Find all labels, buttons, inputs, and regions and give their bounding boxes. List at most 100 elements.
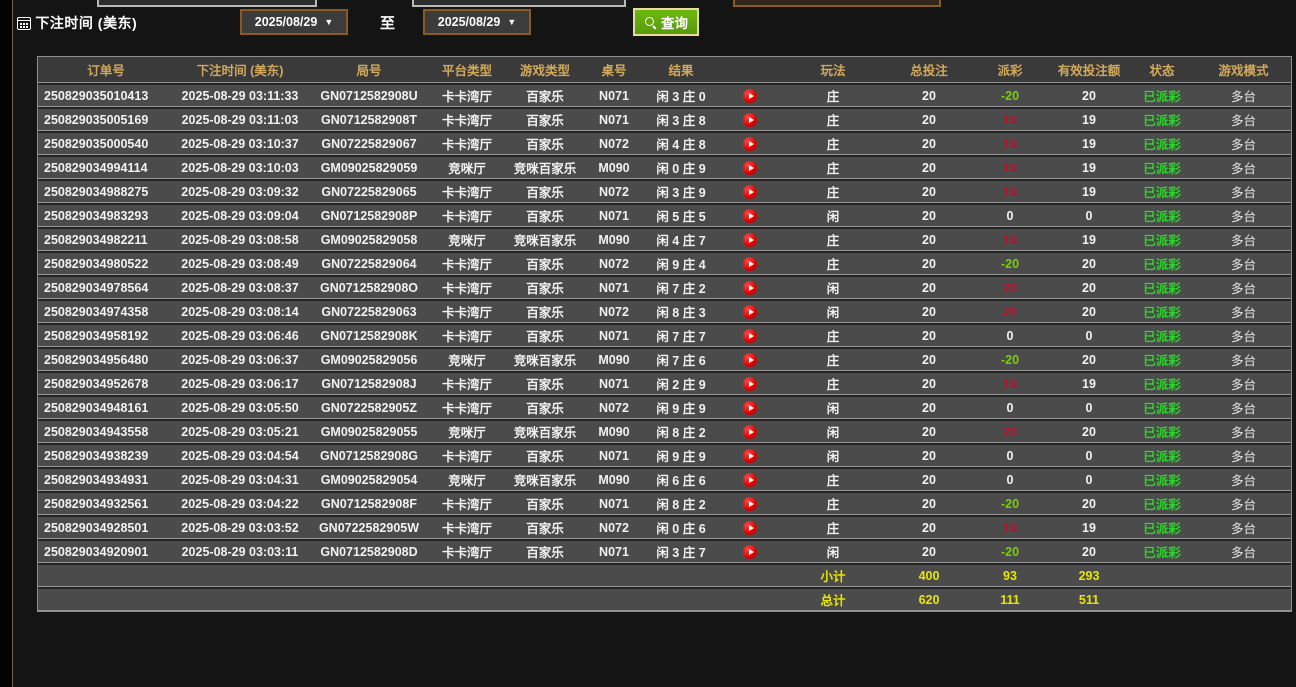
cell-table-no: N072 <box>588 299 640 323</box>
cell-round-id: GM09025829055 <box>306 419 432 443</box>
cell-replay <box>722 467 778 491</box>
cell-game-mode: 多台 <box>1196 467 1291 491</box>
cell-table-no: N072 <box>588 131 640 155</box>
cell-status: 已派彩 <box>1128 227 1196 251</box>
replay-play-icon[interactable] <box>743 353 757 367</box>
cell-game-type: 百家乐 <box>502 491 588 515</box>
cell-total-bet: 20 <box>888 419 970 443</box>
cell-table-no: M090 <box>588 155 640 179</box>
cell-result: 闲 5 庄 5 <box>640 203 722 227</box>
cell-round-id: GN0712582908D <box>306 539 432 563</box>
cell-play-type: 闲 <box>778 275 888 299</box>
query-button[interactable]: 查询 <box>633 8 699 36</box>
cell-total-bet: 20 <box>888 83 970 107</box>
cell-platform-type: 竞咪厅 <box>432 347 502 371</box>
replay-play-icon[interactable] <box>743 425 757 439</box>
cell-result: 闲 3 庄 8 <box>640 107 722 131</box>
cell-round-id: GN07225829067 <box>306 131 432 155</box>
column-header: 游戏类型 <box>502 57 588 83</box>
cell-round-id: GM09025829059 <box>306 155 432 179</box>
cell-table-no: M090 <box>588 347 640 371</box>
cell-round-id: GN0712582908O <box>306 275 432 299</box>
calendar-icon <box>17 17 31 30</box>
cell-order-id: 250829035010413 <box>38 83 174 107</box>
replay-play-icon[interactable] <box>743 401 757 415</box>
cell-platform-type: 卡卡湾厅 <box>432 251 502 275</box>
cell-bet-time: 2025-08-29 03:10:37 <box>174 131 306 155</box>
play-triangle <box>749 165 754 171</box>
play-triangle <box>749 549 754 555</box>
replay-play-icon[interactable] <box>743 545 757 559</box>
cell-play-type: 庄 <box>778 467 888 491</box>
total-total-bet: 620 <box>888 587 970 611</box>
table-row: 250829034943558 2025-08-29 03:05:21 GM09… <box>38 419 1291 443</box>
replay-play-icon[interactable] <box>743 329 757 343</box>
replay-play-icon[interactable] <box>743 137 757 151</box>
replay-play-icon[interactable] <box>743 497 757 511</box>
play-triangle <box>749 333 754 339</box>
cell-payout: 19 <box>970 515 1050 539</box>
cell-order-id: 250829035000540 <box>38 131 174 155</box>
cell-bet-time: 2025-08-29 03:03:11 <box>174 539 306 563</box>
play-triangle <box>749 237 754 243</box>
query-button-label: 查询 <box>661 12 688 32</box>
cell-replay <box>722 275 778 299</box>
replay-play-icon[interactable] <box>743 185 757 199</box>
cell-game-mode: 多台 <box>1196 515 1291 539</box>
table-row: 250829034958192 2025-08-29 03:06:46 GN07… <box>38 323 1291 347</box>
cell-bet-time: 2025-08-29 03:08:14 <box>174 299 306 323</box>
cell-bet-time: 2025-08-29 03:08:58 <box>174 227 306 251</box>
replay-play-icon[interactable] <box>743 521 757 535</box>
table-row: 250829034932561 2025-08-29 03:04:22 GN07… <box>38 491 1291 515</box>
cell-round-id: GN0712582908K <box>306 323 432 347</box>
cell-status: 已派彩 <box>1128 179 1196 203</box>
replay-play-icon[interactable] <box>743 473 757 487</box>
table-row: 250829035010413 2025-08-29 03:11:33 GN07… <box>38 83 1291 107</box>
replay-play-icon[interactable] <box>743 281 757 295</box>
cell-order-id: 250829034980522 <box>38 251 174 275</box>
cell-total-bet: 20 <box>888 539 970 563</box>
cell-play-type: 庄 <box>778 371 888 395</box>
replay-play-icon[interactable] <box>743 449 757 463</box>
cell-game-type: 百家乐 <box>502 83 588 107</box>
cell-status: 已派彩 <box>1128 323 1196 347</box>
cell-valid-bet: 20 <box>1050 539 1128 563</box>
table-row: 250829034988275 2025-08-29 03:09:32 GN07… <box>38 179 1291 203</box>
total-label: 总计 <box>778 587 888 611</box>
cell-status: 已派彩 <box>1128 371 1196 395</box>
cell-payout: 20 <box>970 299 1050 323</box>
cell-game-mode: 多台 <box>1196 131 1291 155</box>
cell-round-id: GN0722582905Z <box>306 395 432 419</box>
cell-status: 已派彩 <box>1128 83 1196 107</box>
cell-game-type: 百家乐 <box>502 515 588 539</box>
replay-play-icon[interactable] <box>743 377 757 391</box>
replay-play-icon[interactable] <box>743 89 757 103</box>
cell-replay <box>722 443 778 467</box>
cell-replay <box>722 539 778 563</box>
cell-total-bet: 20 <box>888 323 970 347</box>
cell-order-id: 250829034952678 <box>38 371 174 395</box>
table-header-row: 订单号下注时间 (美东)局号平台类型游戏类型桌号结果玩法总投注派彩有效投注额状态… <box>38 57 1291 83</box>
cell-result: 闲 8 庄 2 <box>640 491 722 515</box>
date-from-select[interactable]: 2025/08/29 ▼ <box>240 9 348 35</box>
cell-game-mode: 多台 <box>1196 395 1291 419</box>
cell-table-no: N071 <box>588 107 640 131</box>
replay-play-icon[interactable] <box>743 305 757 319</box>
cell-round-id: GN0722582905W <box>306 515 432 539</box>
replay-play-icon[interactable] <box>743 233 757 247</box>
cell-payout: 0 <box>970 203 1050 227</box>
table-row: 250829034934931 2025-08-29 03:04:31 GM09… <box>38 467 1291 491</box>
replay-play-icon[interactable] <box>743 113 757 127</box>
cell-play-type: 庄 <box>778 179 888 203</box>
cell-game-mode: 多台 <box>1196 371 1291 395</box>
replay-play-icon[interactable] <box>743 257 757 271</box>
cell-table-no: N071 <box>588 83 640 107</box>
total-valid-bet: 511 <box>1050 587 1128 611</box>
column-header: 游戏模式 <box>1196 57 1291 83</box>
replay-play-icon[interactable] <box>743 209 757 223</box>
replay-play-icon[interactable] <box>743 161 757 175</box>
cell-platform-type: 卡卡湾厅 <box>432 203 502 227</box>
total-spacer <box>38 587 778 611</box>
cell-platform-type: 竞咪厅 <box>432 419 502 443</box>
date-to-select[interactable]: 2025/08/29 ▼ <box>423 9 531 35</box>
